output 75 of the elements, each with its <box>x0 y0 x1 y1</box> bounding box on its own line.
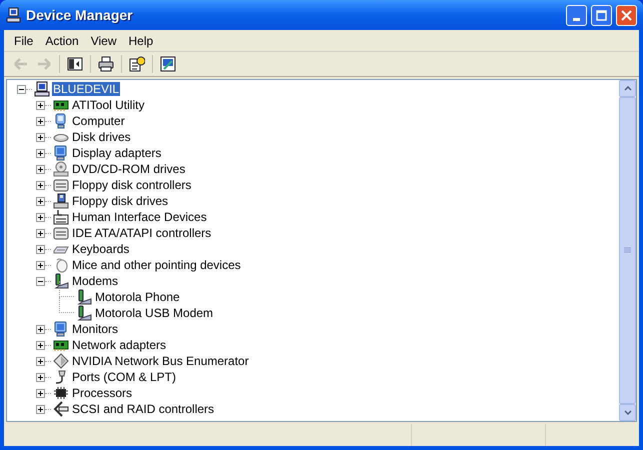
tree-item[interactable]: IDE ATA/ATAPI controllers <box>71 226 212 240</box>
tree-item[interactable]: DVD/CD-ROM drives <box>71 162 186 176</box>
tree-item[interactable]: Computer <box>71 114 126 128</box>
computer-icon <box>34 81 50 97</box>
expand-toggle[interactable] <box>36 164 45 174</box>
tree-item[interactable]: Monitors <box>71 322 120 336</box>
floppy-drive-icon <box>53 193 69 209</box>
tree-item[interactable]: Mice and other pointing devices <box>71 258 242 272</box>
expand-toggle[interactable] <box>36 324 45 334</box>
tree-item[interactable]: Human Interface Devices <box>71 210 208 224</box>
controller-icon <box>53 177 69 193</box>
expand-toggle[interactable] <box>36 148 45 158</box>
scroll-up-button[interactable] <box>619 80 636 97</box>
expand-toggle[interactable] <box>36 404 45 414</box>
tree-item[interactable]: Modems <box>71 274 120 288</box>
tree-item[interactable]: Network adapters <box>71 338 168 352</box>
modem-phone-icon <box>76 289 92 305</box>
tree-item[interactable]: SCSI and RAID controllers <box>71 402 216 416</box>
expand-toggle[interactable] <box>36 340 45 350</box>
tree-item[interactable]: Motorola Phone <box>94 290 181 304</box>
modem-phone-icon <box>76 305 92 321</box>
connector-icon <box>53 401 69 417</box>
expand-toggle[interactable] <box>36 196 45 206</box>
expand-toggle[interactable] <box>36 228 45 238</box>
expand-toggle[interactable] <box>36 356 45 366</box>
expand-toggle[interactable] <box>36 388 45 398</box>
chevron-up-icon <box>624 86 632 91</box>
minimize-button[interactable] <box>566 4 587 26</box>
tree-item[interactable]: Display adapters <box>71 146 162 160</box>
expand-toggle[interactable] <box>36 100 45 110</box>
optical-drive-icon <box>53 161 69 177</box>
menu-item[interactable]: Help <box>122 32 160 50</box>
arrow-left-icon <box>13 56 29 72</box>
expand-toggle[interactable] <box>36 132 45 142</box>
expand-toggle[interactable] <box>36 212 45 222</box>
monitor-icon <box>53 321 69 337</box>
tree-item[interactable]: Ports (COM & LPT) <box>71 370 178 384</box>
tree-item[interactable]: ATITool Utility <box>71 98 146 112</box>
chevron-down-icon <box>624 410 632 415</box>
expand-toggle[interactable] <box>36 244 45 254</box>
input-device-icon <box>53 209 69 225</box>
menu-item[interactable]: Action <box>39 32 85 50</box>
diamond-icon <box>53 353 69 369</box>
close-icon <box>621 10 632 20</box>
tree-item[interactable]: Processors <box>71 386 134 400</box>
expand-toggle[interactable] <box>36 260 45 270</box>
tree-item[interactable]: Motorola USB Modem <box>94 306 214 320</box>
controller-icon <box>53 225 69 241</box>
menu-item[interactable]: File <box>8 32 40 50</box>
collapse-toggle[interactable] <box>17 84 26 94</box>
scroll-down-button[interactable] <box>619 404 636 421</box>
computer-icon <box>6 7 22 23</box>
window-title: Device Manager <box>26 6 134 25</box>
minimize-icon <box>573 18 580 20</box>
tree-item[interactable]: Floppy disk controllers <box>71 178 192 192</box>
collapse-toggle[interactable] <box>36 276 45 286</box>
close-button[interactable] <box>616 4 637 26</box>
monitor-icon <box>53 145 69 161</box>
printer-icon <box>98 56 114 72</box>
tree-item[interactable]: Keyboards <box>71 242 130 256</box>
arrow-right-icon <box>36 56 52 72</box>
expand-toggle[interactable] <box>36 116 45 126</box>
maximize-icon <box>596 10 607 20</box>
tree-item[interactable]: BLUEDEVIL <box>52 82 120 96</box>
tree-item[interactable]: NVIDIA Network Bus Enumerator <box>71 354 250 368</box>
expand-toggle[interactable] <box>36 372 45 382</box>
expand-toggle[interactable] <box>36 180 45 190</box>
modem-phone-icon <box>53 273 69 289</box>
processor-chip-icon <box>53 385 69 401</box>
menu-item[interactable]: View <box>84 32 122 50</box>
tree-item[interactable]: Disk drives <box>71 130 132 144</box>
grip-icon <box>624 247 631 254</box>
tree-item[interactable]: Floppy disk drives <box>71 194 170 208</box>
split-pane-icon <box>67 56 83 72</box>
maximize-button[interactable] <box>591 4 612 26</box>
